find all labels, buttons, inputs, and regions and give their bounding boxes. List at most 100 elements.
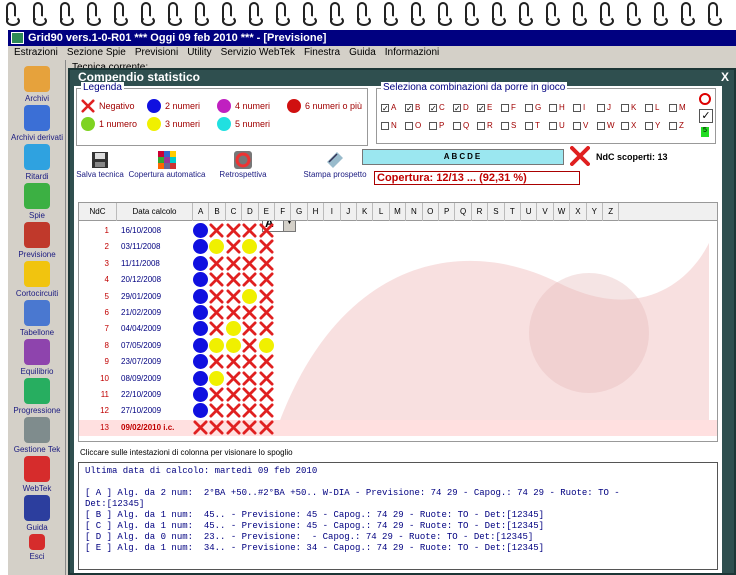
sidebar-item-progressione[interactable]: Progressione <box>8 378 66 415</box>
column-header-k[interactable]: K <box>357 203 374 221</box>
menu-item-previsioni[interactable]: Previsioni <box>135 47 178 58</box>
table-row[interactable]: 12 27/10/2009 <box>79 403 717 419</box>
table-row[interactable]: 2 03/11/2008 <box>79 239 717 255</box>
menu-item-servizio-webtek[interactable]: Servizio WebTek <box>221 47 295 58</box>
combo-checkbox-g[interactable]: G <box>525 103 541 112</box>
combo-checkbox-f[interactable]: F <box>501 103 516 112</box>
sidebar-item-previsione[interactable]: Previsione <box>8 222 66 259</box>
combo-checkbox-z[interactable]: Z <box>669 121 684 130</box>
column-header-w[interactable]: W <box>554 203 571 221</box>
retrospettiva-button[interactable]: Retrospettiva <box>218 150 268 179</box>
sidebar-item-archivi-derivati[interactable]: Archivi derivati <box>8 105 66 142</box>
sidebar-item-guida[interactable]: Guida <box>8 495 66 532</box>
column-header-u[interactable]: U <box>521 203 538 221</box>
column-header-j[interactable]: J <box>341 203 357 221</box>
close-icon[interactable]: X <box>718 70 732 84</box>
menu-item-estrazioni[interactable]: Estrazioni <box>14 47 58 58</box>
column-header-z[interactable]: Z <box>603 203 620 221</box>
column-header-p[interactable]: P <box>439 203 456 221</box>
confirm-check-icon[interactable]: ✓ <box>699 109 713 123</box>
column-header-y[interactable]: Y <box>587 203 603 221</box>
column-header-x[interactable]: X <box>570 203 587 221</box>
column-header-ndc[interactable]: NdC <box>79 203 117 221</box>
sidebar-item-ritardi[interactable]: Ritardi <box>8 144 66 181</box>
combo-checkbox-d[interactable]: ✓ D <box>453 103 469 112</box>
column-header-i[interactable]: I <box>324 203 341 221</box>
table-row[interactable]: 11 22/10/2009 <box>79 387 717 403</box>
column-header-f[interactable]: F <box>275 203 292 221</box>
clear-selection-icon[interactable] <box>699 93 711 105</box>
checkbox-box <box>405 121 413 130</box>
menu-item-sezione-spie[interactable]: Sezione Spie <box>67 47 126 58</box>
stampa-prospetto-button[interactable]: Stampa prospetto <box>302 150 368 179</box>
combo-checkbox-h[interactable]: H <box>549 103 565 112</box>
salva-tecnica-button[interactable]: Salva tecnica <box>74 150 126 179</box>
column-header-s[interactable]: S <box>488 203 505 221</box>
menu-item-informazioni[interactable]: Informazioni <box>385 47 439 58</box>
combo-checkbox-s[interactable]: S <box>501 121 516 130</box>
combo-checkbox-v[interactable]: V <box>573 121 588 130</box>
sidebar-item-spie[interactable]: Spie <box>8 183 66 220</box>
sidebar-item-webtek[interactable]: WebTek <box>8 456 66 493</box>
column-header-c[interactable]: C <box>226 203 243 221</box>
table-row[interactable]: 6 21/02/2009 <box>79 305 717 321</box>
column-header-b[interactable]: B <box>209 203 226 221</box>
menu-item-utility[interactable]: Utility <box>187 47 211 58</box>
combo-checkbox-q[interactable]: Q <box>453 121 469 130</box>
sidebar-item-archivi[interactable]: Archivi <box>8 66 66 103</box>
table-row[interactable]: 1 16/10/2008 <box>79 223 717 239</box>
combo-checkbox-j[interactable]: J <box>597 103 611 112</box>
column-header-v[interactable]: V <box>537 203 554 221</box>
scales-icon <box>24 339 50 365</box>
combo-checkbox-o[interactable]: O <box>405 121 421 130</box>
combo-checkbox-c[interactable]: ✓ C <box>429 103 445 112</box>
menu-item-finestra[interactable]: Finestra <box>304 47 340 58</box>
column-header-r[interactable]: R <box>472 203 489 221</box>
combo-checkbox-x[interactable]: X <box>621 121 636 130</box>
table-row[interactable]: 4 20/12/2008 <box>79 272 717 288</box>
date-cell: 29/01/2009 <box>121 291 162 301</box>
table-row[interactable]: 7 04/04/2009 <box>79 321 717 337</box>
forecast-log[interactable]: Ultima data di calcolo: martedì 09 feb 2… <box>78 462 718 570</box>
column-header-d[interactable]: D <box>242 203 259 221</box>
table-row[interactable]: 3 11/11/2008 <box>79 255 717 272</box>
table-row[interactable]: 13 09/02/2010 i.c. <box>79 419 717 436</box>
menu-item-guida[interactable]: Guida <box>349 47 376 58</box>
column-header-data[interactable]: Data calcolo <box>117 203 193 221</box>
column-header-a[interactable]: A <box>193 203 210 221</box>
table-row[interactable]: 8 07/05/2009 <box>79 337 717 354</box>
combo-checkbox-r[interactable]: R <box>477 121 493 130</box>
column-header-t[interactable]: T <box>505 203 521 221</box>
combo-checkbox-m[interactable]: M <box>669 103 686 112</box>
combo-checkbox-b[interactable]: ✓ B <box>405 103 420 112</box>
column-header-l[interactable]: L <box>373 203 390 221</box>
table-row[interactable]: 5 29/01/2009 <box>79 288 717 305</box>
column-header-e[interactable]: E <box>259 203 275 221</box>
combo-checkbox-l[interactable]: L <box>645 103 659 112</box>
sidebar-item-gestione-tek[interactable]: Gestione Tek <box>8 417 66 454</box>
table-row[interactable]: 9 23/07/2009 <box>79 354 717 370</box>
combo-checkbox-p[interactable]: P <box>429 121 444 130</box>
column-header-q[interactable]: Q <box>455 203 472 221</box>
combo-checkbox-y[interactable]: Y <box>645 121 660 130</box>
combo-checkbox-i[interactable]: I <box>573 103 585 112</box>
combo-checkbox-n[interactable]: N <box>381 121 397 130</box>
sidebar-item-cortocircuiti[interactable]: Cortocircuiti <box>8 261 66 298</box>
column-header-o[interactable]: O <box>423 203 439 221</box>
combo-checkbox-k[interactable]: K <box>621 103 636 112</box>
combo-checkbox-t[interactable]: T <box>525 121 540 130</box>
column-header-m[interactable]: M <box>390 203 407 221</box>
column-header-g[interactable]: G <box>291 203 308 221</box>
column-header-n[interactable]: N <box>406 203 423 221</box>
ndc-cell: 13 <box>100 422 109 432</box>
combo-checkbox-w[interactable]: W <box>597 121 615 130</box>
column-header-h[interactable]: H <box>308 203 325 221</box>
combo-checkbox-e[interactable]: ✓ E <box>477 103 492 112</box>
combo-checkbox-a[interactable]: ✓ A <box>381 103 396 112</box>
copertura-automatica-button[interactable]: Copertura automatica <box>126 150 208 179</box>
sidebar-item-equilibrio[interactable]: Equilibrio <box>8 339 66 376</box>
table-row[interactable]: 10 08/09/2009 <box>79 370 717 387</box>
sidebar-item-esci[interactable]: Esci <box>8 534 66 561</box>
sidebar-item-tabellone[interactable]: Tabellone <box>8 300 66 337</box>
combo-checkbox-u[interactable]: U <box>549 121 565 130</box>
